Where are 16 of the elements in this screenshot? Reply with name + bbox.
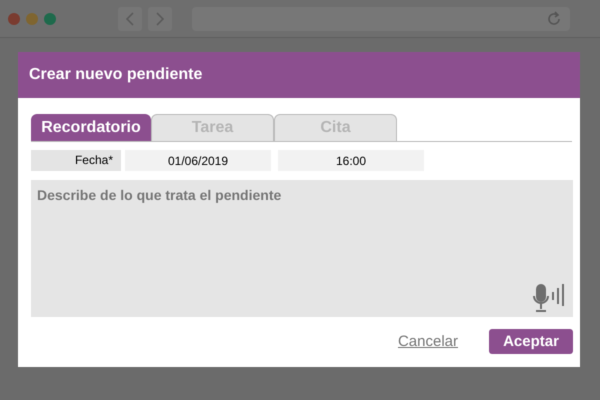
date-label: Fecha* [31,150,121,171]
date-field[interactable]: 01/06/2019 [125,150,271,171]
back-button[interactable] [118,6,142,30]
dialog-title: Crear nuevo pendiente [18,52,580,98]
minimize-dot[interactable] [26,12,38,24]
cancel-link[interactable]: Cancelar [398,333,458,350]
chevron-left-icon [125,12,135,26]
time-field[interactable]: 16:00 [278,150,424,171]
description-field[interactable]: Describe de lo que trata el pendiente [31,180,573,317]
tab[interactable]: Recordatorio [31,114,151,141]
close-dot[interactable] [8,12,20,24]
maximize-dot[interactable] [44,12,56,24]
accept-button[interactable]: Aceptar [489,329,573,354]
chevron-right-icon [155,12,165,26]
forward-button[interactable] [148,6,172,30]
reload-icon[interactable] [546,10,562,26]
